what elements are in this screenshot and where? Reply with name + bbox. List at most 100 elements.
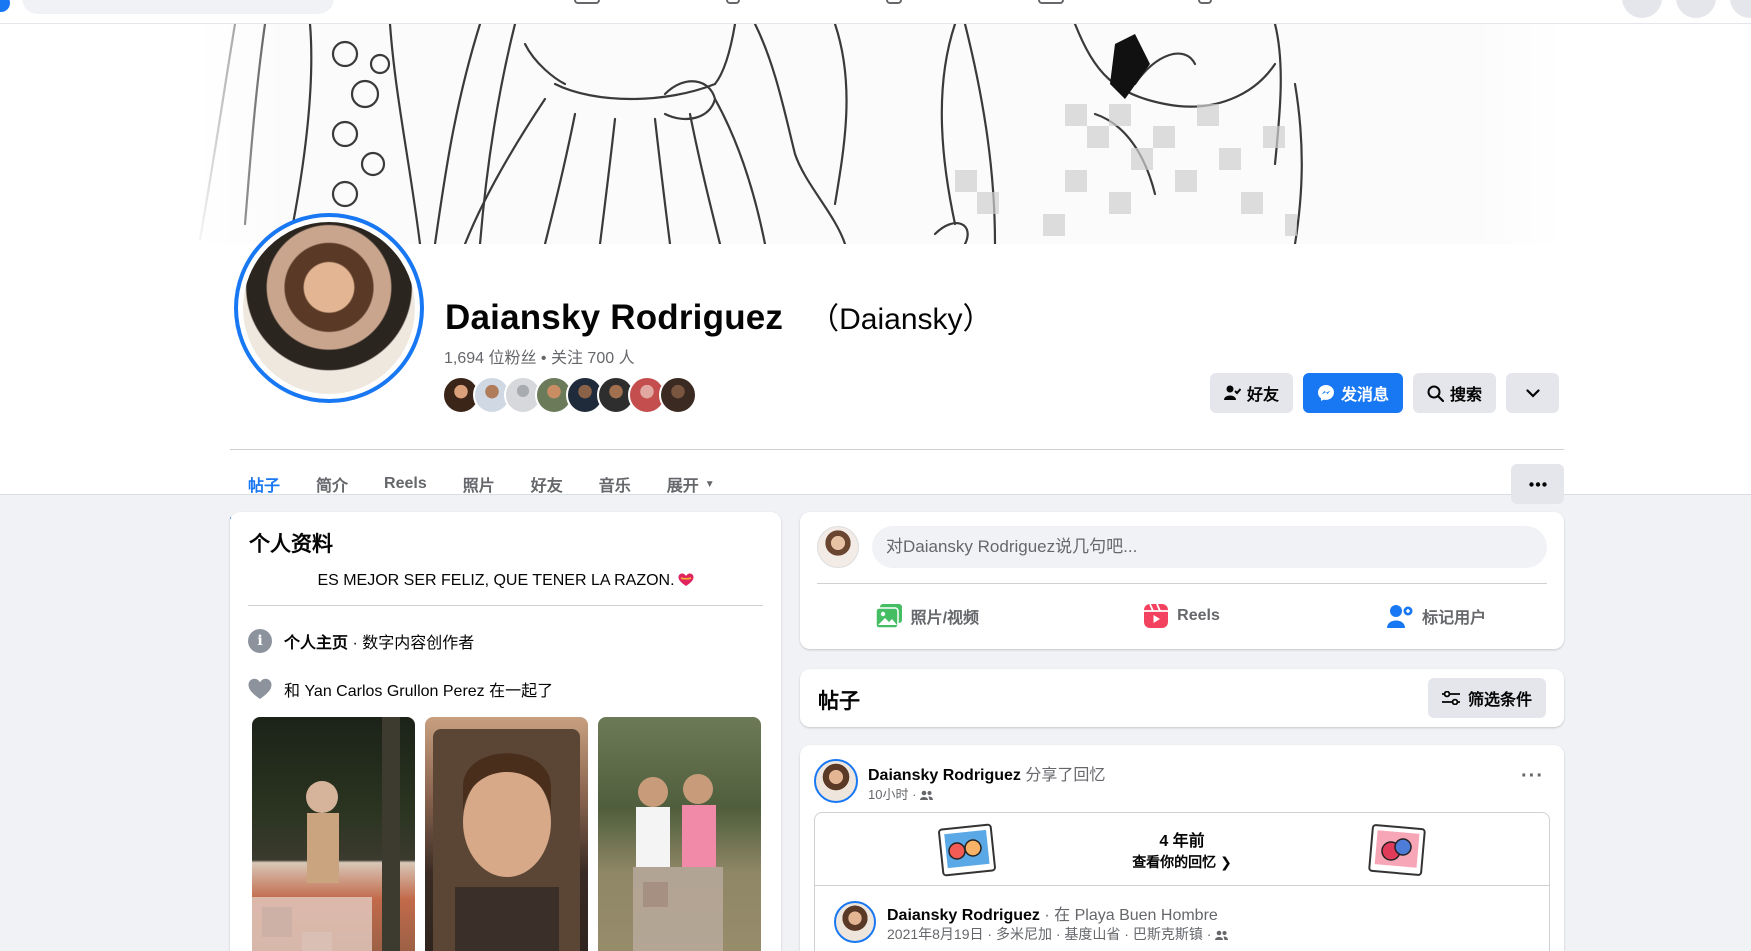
tab-reels[interactable]: Reels [366,450,445,518]
tab-more[interactable]: 展开 ▼ [649,450,733,518]
global-search-input[interactable] [22,0,334,14]
chevron-right-icon: ❯ [1220,854,1232,870]
ellipsis-icon [1528,481,1547,487]
memory-author-avatar[interactable] [834,901,876,943]
more-options-dropdown-button[interactable] [1506,373,1560,413]
menu-grid-icon[interactable] [1622,0,1662,18]
featured-photo-image [433,729,580,951]
view-memories-label: 查看你的回忆 [1132,854,1217,870]
message-button[interactable]: 发消息 [1303,373,1404,413]
search-button-label: 搜索 [1450,387,1483,404]
page-category: · 数字内容创作者 [348,635,475,652]
nav-marketplace-icon[interactable] [886,0,902,4]
featured-photo[interactable] [252,717,415,951]
reels-button[interactable]: Reels [1055,591,1310,641]
tab-photos[interactable]: 照片 [445,450,513,518]
intro-bio-text: ES MEJOR SER FELIZ, QUE TENER LA RAZON. [317,572,675,589]
memory-card: 4 年前 查看你的回忆 ❯ Daiansky Rodriguez · 在 Pla… [814,812,1550,951]
profile-action-buttons: 好友 发消息 搜索 [1210,373,1560,413]
cover-photo[interactable] [195,24,1565,244]
intro-card: 个人资料 ES MEJOR SER FELIZ, QUE TENER LA RA… [230,512,781,951]
tab-music[interactable]: 音乐 [581,450,649,518]
post-composer-card: 照片/视频 Reels 标记用户 [800,512,1564,649]
post-composer-input[interactable] [872,526,1547,568]
info-icon: i [248,629,272,653]
memory-location[interactable]: · 在 Playa Buen Hombre [1040,907,1217,924]
post-timestamp[interactable]: 10小时 · [868,787,920,802]
view-memories-link[interactable]: 查看你的回忆 ❯ [815,852,1549,872]
posts-title: 帖子 [818,690,860,713]
follower-stats[interactable]: 1,694 位粉丝 • 关注 700 人 [444,344,635,368]
profile-header: Daiansky Rodriguez （Daiansky） 1,694 位粉丝 •… [0,24,1751,520]
profile-name: Daiansky Rodriguez [445,298,784,337]
intro-title: 个人资料 [249,533,333,556]
post-options-button[interactable]: ··· [1521,765,1544,788]
friends-button-label: 好友 [1247,387,1280,404]
messenger-icon [1318,385,1335,401]
memory-post-header: Daiansky Rodriguez · 在 Playa Buen Hombre [887,901,1218,925]
post-card: Daiansky Rodriguez 分享了回忆 10小时 · ··· 4 年前… [800,745,1564,951]
nav-home-icon[interactable] [574,0,600,4]
nav-gaming-icon[interactable] [1198,0,1212,4]
intro-bio: ES MEJOR SER FELIZ, QUE TENER LA RAZON. [230,572,781,590]
friends-audience-icon [1215,930,1229,940]
profile-picture-image [243,222,415,394]
profile-more-button[interactable] [1511,464,1564,504]
reels-label: Reels [1177,607,1220,624]
filter-button[interactable]: 筛选条件 [1427,678,1546,718]
current-user-avatar[interactable] [817,526,859,568]
friend-avatar[interactable] [659,376,697,414]
caret-down-icon: ▼ [704,478,715,490]
intro-page-category: i 个人主页 · 数字内容创作者 [248,629,474,653]
post-header: Daiansky Rodriguez 分享了回忆 [868,761,1105,785]
post-author-avatar[interactable] [814,759,858,803]
featured-photo-image [633,774,723,951]
relationship-text[interactable]: 和 Yan Carlos Grullon Perez 在一起了 [284,677,553,701]
filter-button-label: 筛选条件 [1467,692,1532,709]
nav-video-icon[interactable] [726,0,740,4]
post-action-text: 分享了回忆 [1020,767,1106,784]
tab-posts[interactable]: 帖子 [230,450,299,520]
profile-picture[interactable] [234,213,424,403]
tab-more-label: 展开 [666,478,699,495]
memory-author-name[interactable]: Daiansky Rodriguez [887,907,1040,924]
featured-photo-image [252,717,400,951]
tag-people-button[interactable]: 标记用户 [1309,591,1564,641]
page-label[interactable]: 个人主页 [284,635,348,652]
facebook-logo-icon[interactable] [0,0,10,12]
posts-header-card: 帖子 筛选条件 [800,669,1564,727]
heart-emoji-icon [678,573,694,586]
friend-check-icon [1224,385,1241,400]
post-meta: 10小时 · [868,784,934,803]
intro-divider [248,605,763,606]
memory-banner[interactable]: 4 年前 查看你的回忆 ❯ [815,813,1549,886]
top-navigation-bar [0,0,1751,24]
profile-alternate-name: （Daiansky） [809,303,993,336]
chevron-down-icon [1525,388,1540,398]
profile-tabs: 帖子 简介 Reels 照片 好友 音乐 展开 ▼ [230,450,733,520]
featured-photo[interactable] [598,717,761,951]
search-icon [1427,385,1445,402]
photo-video-button[interactable]: 照片/视频 [800,591,1055,641]
friends-button[interactable]: 好友 [1210,373,1294,413]
memory-date-location[interactable]: 2021年8月19日 · 多米尼加 · 基度山省 · 巴斯克斯镇 · [887,926,1215,942]
photo-gallery-icon [875,604,902,628]
nav-groups-icon[interactable] [1038,0,1064,4]
tab-friends[interactable]: 好友 [513,450,581,518]
photo-video-label: 照片/视频 [910,610,980,627]
memory-years-ago: 4 年前 [1159,833,1205,850]
message-button-label: 发消息 [1341,387,1390,404]
messenger-icon[interactable] [1676,0,1716,18]
notifications-icon[interactable] [1730,0,1751,18]
featured-photo[interactable] [425,717,588,951]
cover-line-drawing [198,24,1303,244]
search-profile-button[interactable]: 搜索 [1413,373,1497,413]
composer-actions: 照片/视频 Reels 标记用户 [800,591,1564,641]
intro-relationship: 和 Yan Carlos Grullon Perez 在一起了 [248,677,553,701]
tag-people-label: 标记用户 [1422,610,1487,627]
featured-photos [252,717,761,951]
tab-about[interactable]: 简介 [298,450,366,518]
tag-people-icon [1387,605,1413,628]
profile-name-row: Daiansky Rodriguez （Daiansky） [445,294,993,338]
post-author-name[interactable]: Daiansky Rodriguez [868,767,1021,784]
